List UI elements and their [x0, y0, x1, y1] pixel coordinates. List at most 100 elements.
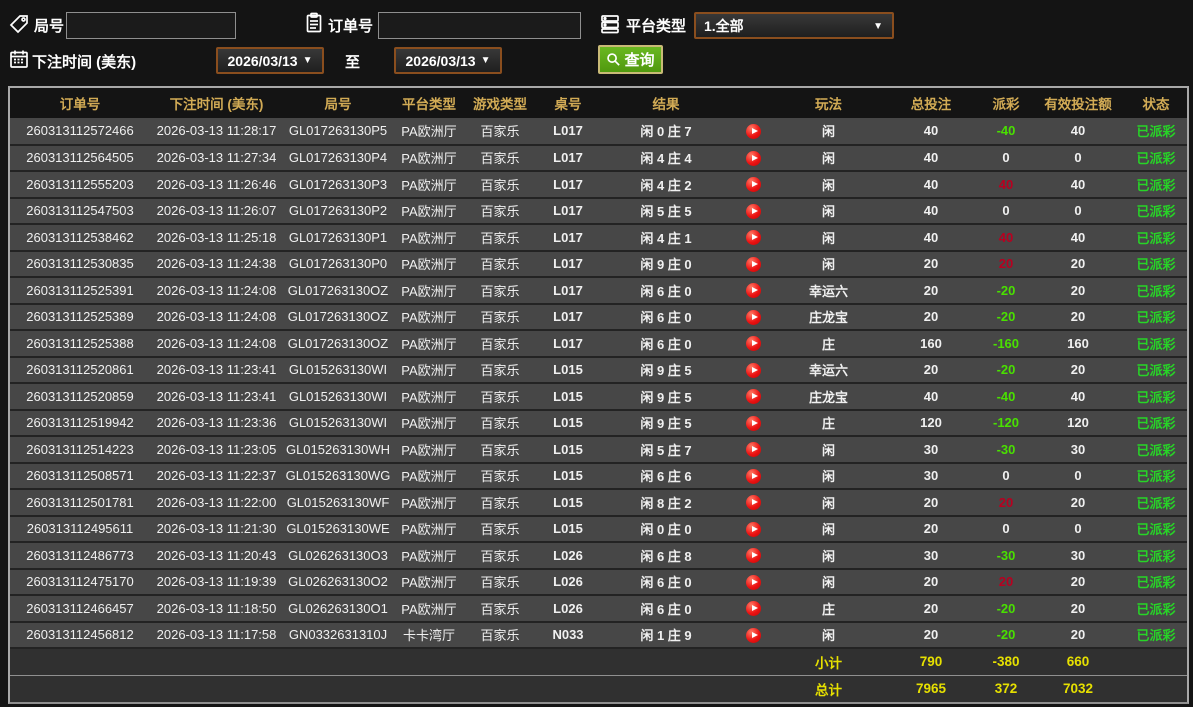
result: 闲 0 庄 0	[601, 516, 731, 543]
result: 闲 6 庄 0	[601, 304, 731, 331]
table-row: 2603131125208612026-03-13 11:23:41GL0152…	[10, 357, 1187, 384]
payout: -30	[981, 436, 1031, 463]
table-row: 2603131125017812026-03-13 11:22:00GL0152…	[10, 489, 1187, 516]
play-icon[interactable]	[746, 363, 761, 378]
query-button[interactable]: 查询	[598, 45, 663, 74]
round-number-input[interactable]	[66, 12, 236, 39]
table-number: L015	[535, 436, 601, 463]
play-cell	[731, 304, 776, 331]
column-header-6: 结果	[601, 88, 731, 118]
play-cell	[731, 118, 776, 145]
order-number: 260313112555203	[10, 171, 150, 198]
platform-type-label: 平台类型	[626, 15, 686, 36]
payout: 40	[981, 171, 1031, 198]
play-icon[interactable]	[746, 177, 761, 192]
date-from-select[interactable]: 2026/03/13 ▼	[216, 47, 324, 74]
subtotal-total-bet: 790	[881, 648, 981, 675]
status: 已派彩	[1125, 489, 1187, 516]
table-number: L015	[535, 383, 601, 410]
grand-total-empty-cell	[283, 675, 393, 702]
play-icon[interactable]	[746, 389, 761, 404]
bet-time: 2026-03-13 11:20:43	[150, 542, 283, 569]
play-icon[interactable]	[746, 124, 761, 139]
status: 已派彩	[1125, 145, 1187, 172]
play-icon[interactable]	[746, 257, 761, 272]
game-type: 百家乐	[465, 410, 535, 437]
play-icon[interactable]	[746, 522, 761, 537]
table-number: L015	[535, 489, 601, 516]
play-icon[interactable]	[746, 204, 761, 219]
platform-type-select[interactable]: 1.全部 ▼	[694, 12, 894, 39]
play-icon[interactable]	[746, 548, 761, 563]
valid-bet: 30	[1031, 436, 1125, 463]
order-number: 260313112525388	[10, 330, 150, 357]
bet-time: 2026-03-13 11:25:18	[150, 224, 283, 251]
play-type: 闲	[776, 224, 881, 251]
play-icon[interactable]	[746, 575, 761, 590]
result: 闲 9 庄 5	[601, 357, 731, 384]
game-type: 百家乐	[465, 330, 535, 357]
table-row: 2603131124867732026-03-13 11:20:43GL0262…	[10, 542, 1187, 569]
subtotal-payout: -380	[981, 648, 1031, 675]
play-icon[interactable]	[746, 310, 761, 325]
bet-time: 2026-03-13 11:26:46	[150, 171, 283, 198]
payout: 0	[981, 463, 1031, 490]
result: 闲 9 庄 5	[601, 383, 731, 410]
platform-type: PA欧洲厅	[393, 304, 465, 331]
bet-time: 2026-03-13 11:19:39	[150, 569, 283, 596]
date-to-select[interactable]: 2026/03/13 ▼	[394, 47, 502, 74]
play-icon[interactable]	[746, 151, 761, 166]
platform-type: PA欧洲厅	[393, 569, 465, 596]
play-cell	[731, 277, 776, 304]
grand-total-empty-cell	[535, 675, 601, 702]
status: 已派彩	[1125, 251, 1187, 278]
result: 闲 5 庄 5	[601, 198, 731, 225]
subtotal-empty-cell	[731, 648, 776, 675]
play-cell	[731, 330, 776, 357]
play-icon[interactable]	[746, 628, 761, 643]
table-row: 2603131125724662026-03-13 11:28:17GL0172…	[10, 118, 1187, 145]
subtotal-empty-cell	[1125, 648, 1187, 675]
result: 闲 6 庄 8	[601, 542, 731, 569]
play-icon[interactable]	[746, 416, 761, 431]
game-type: 百家乐	[465, 516, 535, 543]
payout: -40	[981, 383, 1031, 410]
round-number: GL017263130OZ	[283, 330, 393, 357]
play-icon[interactable]	[746, 495, 761, 510]
round-number: GL017263130P2	[283, 198, 393, 225]
valid-bet: 20	[1031, 304, 1125, 331]
date-from-value: 2026/03/13	[228, 53, 298, 69]
game-type: 百家乐	[465, 171, 535, 198]
bet-time: 2026-03-13 11:21:30	[150, 516, 283, 543]
total-bet: 20	[881, 251, 981, 278]
order-number: 260313112501781	[10, 489, 150, 516]
platform-type: PA欧洲厅	[393, 542, 465, 569]
platform-type: PA欧洲厅	[393, 410, 465, 437]
play-icon[interactable]	[746, 230, 761, 245]
play-cell	[731, 516, 776, 543]
play-icon[interactable]	[746, 469, 761, 484]
valid-bet: 0	[1031, 463, 1125, 490]
play-icon[interactable]	[746, 601, 761, 616]
grand-total-empty-cell	[393, 675, 465, 702]
status: 已派彩	[1125, 569, 1187, 596]
round-number: GL015263130WF	[283, 489, 393, 516]
bet-time: 2026-03-13 11:17:58	[150, 622, 283, 649]
play-type: 闲	[776, 622, 881, 649]
platform-type: PA欧洲厅	[393, 198, 465, 225]
order-number-input[interactable]	[378, 12, 581, 39]
subtotal-empty-cell	[393, 648, 465, 675]
order-number-label: 订单号	[328, 15, 373, 36]
subtotal-empty-cell	[601, 648, 731, 675]
play-icon[interactable]	[746, 336, 761, 351]
table-number: L026	[535, 542, 601, 569]
play-icon[interactable]	[746, 283, 761, 298]
order-number: 260313112520859	[10, 383, 150, 410]
play-type: 闲	[776, 118, 881, 145]
table-number: L017	[535, 171, 601, 198]
result: 闲 1 庄 9	[601, 622, 731, 649]
round-number: GL017263130P4	[283, 145, 393, 172]
platform-type: PA欧洲厅	[393, 171, 465, 198]
payout: -160	[981, 330, 1031, 357]
play-icon[interactable]	[746, 442, 761, 457]
